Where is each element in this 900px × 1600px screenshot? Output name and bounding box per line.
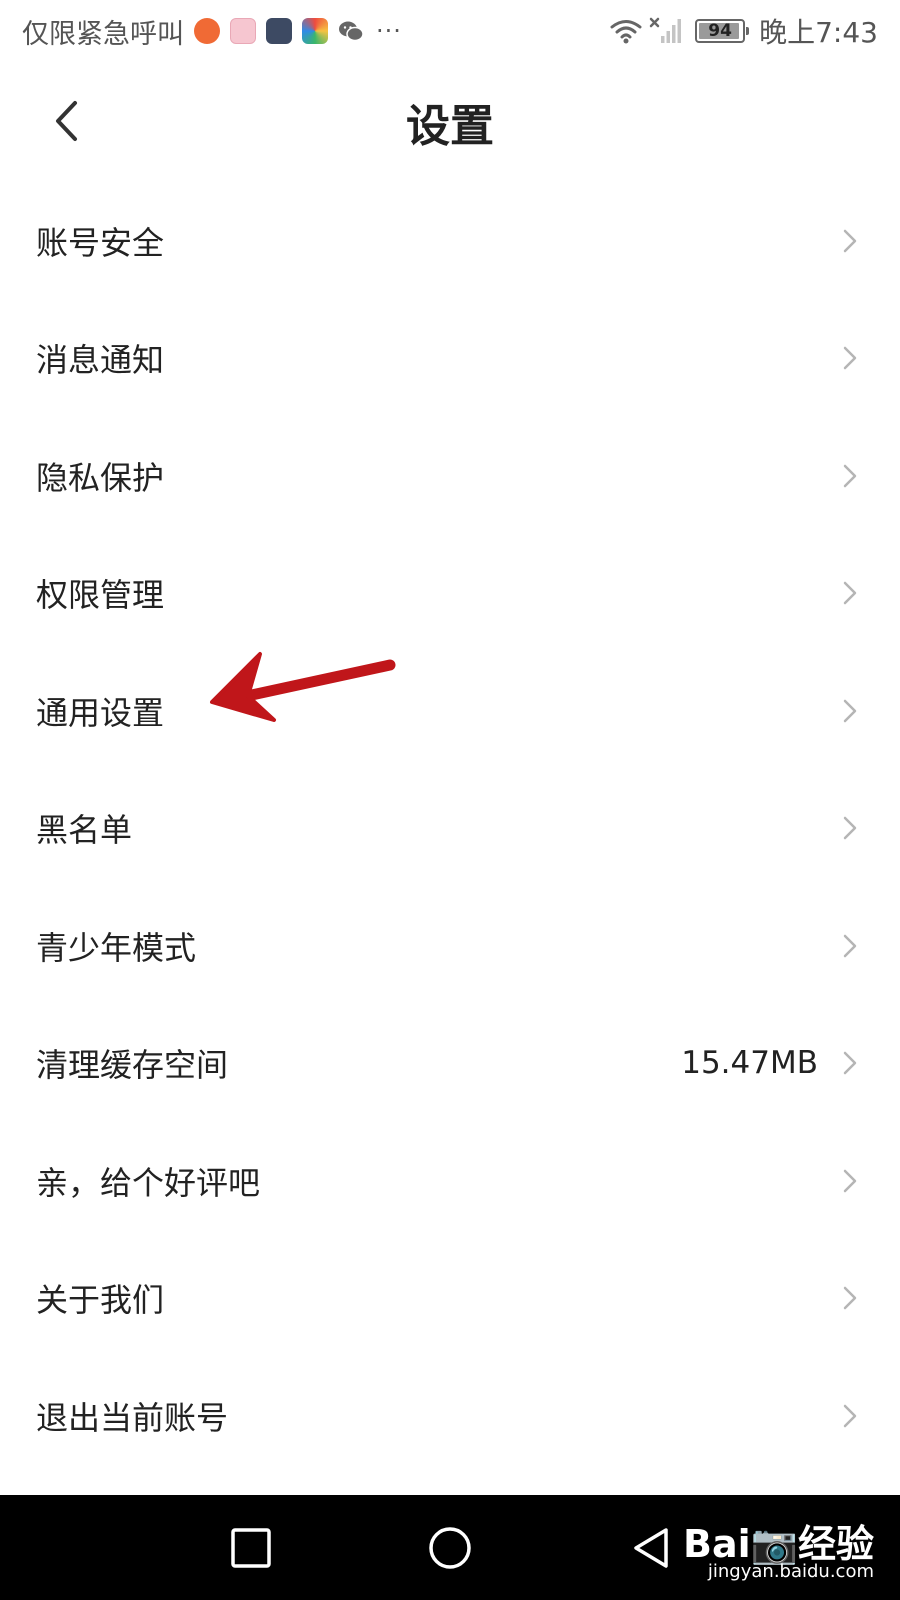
chevron-right-icon [843, 1169, 857, 1192]
settings-item-general[interactable]: 通用设置 [0, 652, 900, 770]
status-bar: 仅限紧急呼叫 ··· 94 晚上7:43 [0, 0, 900, 62]
settings-item-about[interactable]: 关于我们 [0, 1240, 900, 1358]
chevron-right-icon [843, 464, 857, 487]
settings-item-label: 通用设置 [36, 693, 165, 732]
watermark-url: jingyan.baidu.com [707, 1561, 874, 1582]
clock: 晚上7:43 [759, 16, 878, 49]
settings-list: 账号安全 消息通知 隐私保护 权限管理 通用设置 黑名单 青少年模式 清理缓存空… [0, 182, 900, 1475]
chevron-right-icon [843, 817, 857, 840]
app-notification-icon [194, 18, 220, 44]
settings-item-permissions[interactable]: 权限管理 [0, 535, 900, 653]
chevron-right-icon [843, 1052, 857, 1075]
settings-item-label: 亲，给个好评吧 [36, 1163, 261, 1202]
settings-item-clear-cache[interactable]: 清理缓存空间 15.47MB [0, 1005, 900, 1123]
chevron-right-icon [843, 1287, 857, 1310]
settings-item-teen-mode[interactable]: 青少年模式 [0, 887, 900, 1005]
system-nav-bar: Bai📷经验 jingyan.baidu.com [0, 1495, 900, 1600]
chevron-right-icon [843, 347, 857, 370]
more-notifications-icon: ··· [376, 17, 402, 45]
signal-no-service-icon [649, 17, 682, 43]
wifi-icon [610, 20, 642, 44]
settings-item-label: 消息通知 [36, 341, 165, 380]
battery-level-text: 94 [708, 21, 732, 41]
recents-button[interactable] [228, 1525, 274, 1571]
nav-bar: 设置 [0, 62, 900, 180]
cache-size-value: 15.47MB [681, 1045, 818, 1082]
status-indicators: 94 晚上7:43 [609, 11, 878, 51]
watermark-logo: Bai📷经验 [683, 1522, 874, 1566]
chevron-right-icon [843, 934, 857, 957]
system-back-button[interactable] [628, 1525, 674, 1571]
carrier-text: 仅限紧急呼叫 [22, 18, 184, 50]
app-notification-icon [266, 18, 292, 44]
battery-indicator: 94 [695, 19, 750, 43]
app-notification-icon [230, 18, 256, 44]
battery-cap [746, 27, 750, 35]
annotation-arrow-icon [210, 652, 396, 722]
settings-item-label: 权限管理 [36, 576, 165, 615]
chevron-right-icon [843, 1404, 857, 1427]
settings-item-label: 退出当前账号 [36, 1398, 229, 1437]
settings-item-blacklist[interactable]: 黑名单 [0, 770, 900, 888]
settings-item-label: 清理缓存空间 [36, 1046, 229, 1085]
home-button[interactable] [427, 1525, 473, 1571]
settings-item-account-security[interactable]: 账号安全 [0, 182, 900, 300]
settings-item-notifications[interactable]: 消息通知 [0, 300, 900, 418]
settings-item-label: 黑名单 [36, 811, 133, 850]
chevron-right-icon [843, 699, 857, 722]
settings-item-logout[interactable]: 退出当前账号 [0, 1357, 900, 1475]
chevron-right-icon [843, 229, 857, 252]
settings-item-privacy[interactable]: 隐私保护 [0, 417, 900, 535]
page-title: 设置 [406, 101, 494, 152]
settings-item-label: 青少年模式 [36, 928, 197, 967]
baidu-jingyan-watermark: Bai📷经验 jingyan.baidu.com [674, 1509, 874, 1589]
settings-item-label: 隐私保护 [36, 458, 165, 497]
wechat-icon [339, 21, 364, 42]
chevron-right-icon [843, 582, 857, 605]
settings-item-label: 关于我们 [36, 1281, 165, 1320]
settings-item-label: 账号安全 [36, 223, 165, 262]
app-notification-icon [302, 18, 328, 44]
settings-item-rate-app[interactable]: 亲，给个好评吧 [0, 1122, 900, 1240]
notification-icons: ··· [194, 17, 402, 45]
